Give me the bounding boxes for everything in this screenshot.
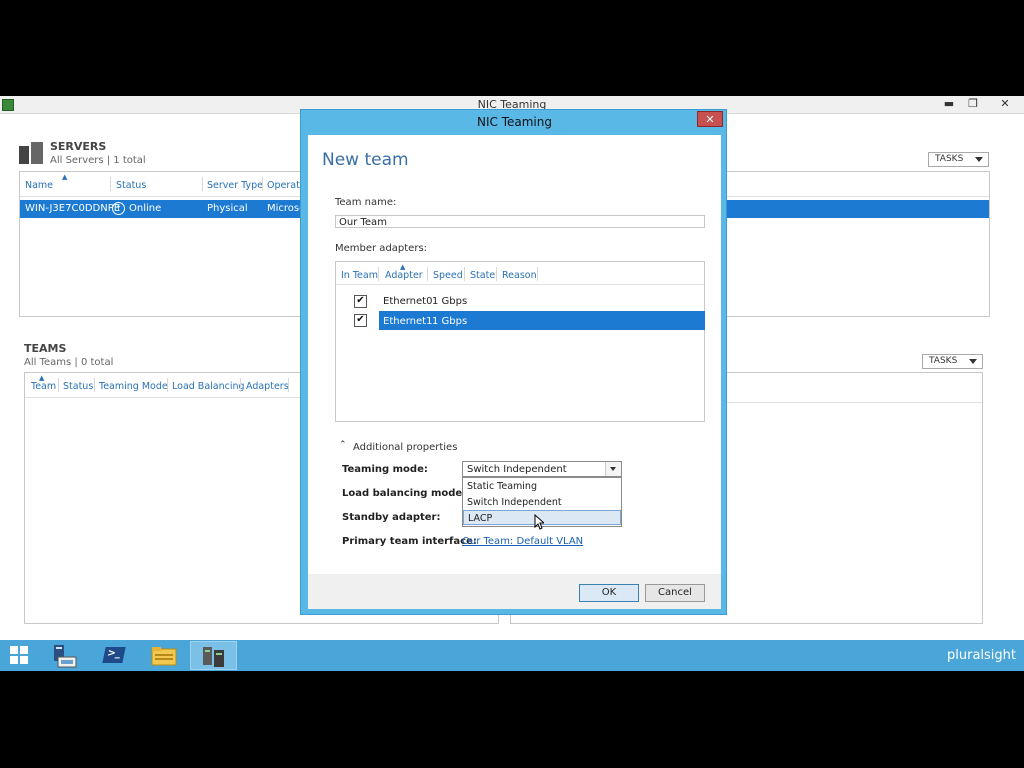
col-reason[interactable]: Reason <box>502 270 537 281</box>
chevron-down-icon <box>975 157 983 162</box>
col-status[interactable]: Status <box>116 180 146 191</box>
adapter-speed: 1 Gbps <box>432 296 468 307</box>
chevron-up-icon[interactable]: ⌃ <box>339 440 347 450</box>
load-balancing-label: Load balancing mode: <box>342 488 467 499</box>
col-team[interactable]: Team <box>31 381 56 392</box>
adapter-checkbox[interactable]: ✔ <box>354 295 367 308</box>
col-divider <box>496 267 497 281</box>
col-name[interactable]: Name <box>25 180 53 191</box>
server-type: Physical <box>207 203 248 214</box>
col-divider <box>240 378 241 392</box>
col-teaming-mode[interactable]: Teaming Mode <box>99 381 168 392</box>
col-divider <box>262 177 263 191</box>
col-divider <box>378 267 379 281</box>
table-row[interactable]: ✔ Ethernet0 1 Gbps <box>336 292 704 310</box>
col-in-team[interactable]: In Team <box>341 270 378 281</box>
file-explorer-taskbar-item[interactable] <box>140 641 187 670</box>
team-name-input[interactable]: Our Team <box>335 215 705 228</box>
powershell-taskbar-item[interactable]: >_ <box>90 641 137 670</box>
dialog-close-button[interactable]: ✕ <box>697 111 723 127</box>
server-name: WIN-J3E7C0DDNPE <box>25 203 121 214</box>
table-row[interactable]: ✔ Ethernet1 1 Gbps <box>336 311 705 330</box>
teams-tasks-button[interactable]: TASKS <box>922 354 983 369</box>
col-speed[interactable]: Speed <box>433 270 463 281</box>
col-state[interactable]: State <box>470 270 495 281</box>
col-status[interactable]: Status <box>63 381 93 392</box>
option-switch-independent[interactable]: Switch Independent <box>463 495 621 510</box>
server-manager-taskbar-item[interactable] <box>41 641 88 670</box>
col-divider <box>110 177 111 191</box>
server-status: Online <box>129 203 162 214</box>
servers-subtitle: All Servers | 1 total <box>50 155 146 166</box>
start-button[interactable] <box>0 641 47 670</box>
member-adapters-list: In Team ▲ Adapter Speed State Reason ✔ E… <box>335 261 705 422</box>
nic-teaming-taskbar-item[interactable] <box>190 641 237 670</box>
servers-icon <box>19 142 43 164</box>
col-os[interactable]: Operati <box>267 180 302 191</box>
additional-properties-toggle[interactable]: Additional properties <box>353 442 457 453</box>
dialog-heading: New team <box>322 150 409 170</box>
tasks-label: TASKS <box>935 154 964 164</box>
adapter-name: Ethernet0 <box>383 296 433 307</box>
col-divider <box>94 378 95 392</box>
cancel-button[interactable]: Cancel <box>645 584 705 602</box>
teams-title: TEAMS <box>24 342 67 355</box>
standby-adapter-label: Standby adapter: <box>342 512 441 523</box>
dropdown-button[interactable] <box>605 462 621 476</box>
maximize-button[interactable]: ❐ <box>962 96 984 112</box>
col-divider <box>464 267 465 281</box>
teaming-mode-label: Teaming mode: <box>342 464 428 475</box>
chevron-down-icon <box>969 359 977 364</box>
option-static-teaming[interactable]: Static Teaming <box>463 479 621 494</box>
sort-up-icon: ▲ <box>62 173 68 181</box>
primary-interface-label: Primary team interface: <box>342 536 477 547</box>
servers-title: SERVERS <box>50 140 107 153</box>
team-name-label: Team name: <box>335 197 397 208</box>
col-divider <box>167 378 168 392</box>
mouse-cursor-icon <box>534 513 546 533</box>
dialog-title: NIC Teaming <box>477 115 552 129</box>
taskbar: >_ pluralsight <box>0 640 1024 671</box>
col-divider <box>288 378 289 392</box>
servers-tasks-button[interactable]: TASKS <box>928 152 989 167</box>
col-adapter[interactable]: Adapter <box>385 270 423 281</box>
col-load-balancing[interactable]: Load Balancing <box>172 381 245 392</box>
adapters-header: In Team ▲ Adapter Speed State Reason <box>336 262 704 285</box>
teaming-mode-select[interactable]: Switch Independent <box>462 461 622 477</box>
col-divider <box>58 378 59 392</box>
col-divider <box>427 267 428 281</box>
adapter-checkbox[interactable]: ✔ <box>354 314 367 327</box>
nic-teaming-icon <box>203 647 224 667</box>
folder-icon <box>151 647 177 666</box>
adapter-name: Ethernet1 <box>383 316 433 327</box>
minimize-button[interactable]: ▬ <box>938 96 960 112</box>
member-adapters-label: Member adapters: <box>335 243 428 254</box>
col-divider <box>202 177 203 191</box>
tasks-label: TASKS <box>929 356 958 366</box>
chevron-down-icon <box>610 467 616 471</box>
teaming-mode-value: Switch Independent <box>467 464 567 475</box>
adapter-speed: 1 Gbps <box>432 316 468 327</box>
ok-button[interactable]: OK <box>579 584 639 602</box>
server-manager-icon <box>54 645 77 668</box>
teams-subtitle: All Teams | 0 total <box>24 357 114 368</box>
windows-logo-icon <box>10 646 18 654</box>
powershell-glyph: >_ <box>106 648 122 659</box>
online-status-icon: ↑ <box>112 202 125 215</box>
col-server-type[interactable]: Server Type <box>207 180 263 191</box>
close-button[interactable]: ✕ <box>994 96 1016 112</box>
col-divider <box>537 267 538 281</box>
powershell-icon: >_ <box>102 647 126 663</box>
primary-interface-link[interactable]: Our Team: Default VLAN <box>462 536 583 547</box>
col-adapters[interactable]: Adapters <box>246 381 289 392</box>
pluralsight-watermark: pluralsight <box>947 648 1016 663</box>
